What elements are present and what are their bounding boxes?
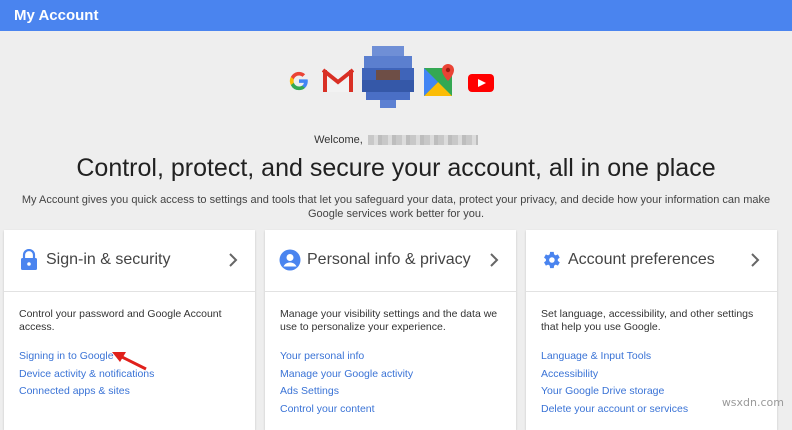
card-header[interactable]: Sign-in & security: [4, 230, 255, 292]
watermark-text: wsxdn.com: [721, 396, 784, 409]
gmail-icon: [322, 68, 354, 92]
card-description: Set language, accessibility, and other s…: [541, 308, 754, 333]
link-ads-settings[interactable]: Ads Settings: [280, 383, 413, 401]
link-personal-info[interactable]: Your personal info: [280, 348, 413, 366]
page-headline: Control, protect, and secure your accoun…: [76, 154, 716, 182]
link-connected-apps[interactable]: Connected apps & sites: [19, 383, 154, 401]
link-drive-storage[interactable]: Your Google Drive storage: [541, 383, 688, 401]
card-sign-in-security: Sign-in & security Control your password…: [4, 230, 255, 430]
link-delete-account[interactable]: Delete your account or services: [541, 401, 688, 419]
card-title: Account preferences: [568, 251, 715, 268]
link-google-activity[interactable]: Manage your Google activity: [280, 366, 413, 384]
welcome-label: Welcome,: [314, 134, 363, 146]
gear-icon: [544, 251, 560, 269]
google-g-icon: [289, 71, 308, 91]
card-header[interactable]: Account preferences: [526, 230, 777, 292]
welcome-line: Welcome,: [0, 134, 792, 146]
link-language-input[interactable]: Language & Input Tools: [541, 348, 688, 366]
avatar: [362, 46, 414, 108]
person-icon: [279, 249, 301, 271]
blurred-user-name: [367, 135, 478, 146]
chevron-right-icon[interactable]: [227, 252, 239, 268]
card-links: Your personal info Manage your Google ac…: [280, 348, 413, 418]
card-description: Control your password and Google Account…: [19, 308, 222, 333]
youtube-icon: [468, 74, 494, 92]
card-title: Personal info & privacy: [307, 251, 471, 268]
card-header[interactable]: Personal info & privacy: [265, 230, 516, 292]
chevron-right-icon[interactable]: [749, 252, 761, 268]
link-accessibility[interactable]: Accessibility: [541, 366, 688, 384]
google-maps-icon: [424, 64, 454, 96]
card-personal-info-privacy: Personal info & privacy Manage your visi…: [265, 230, 516, 430]
card-description: Manage your visibility settings and the …: [280, 308, 498, 333]
app-title[interactable]: My Account: [14, 7, 98, 24]
top-bar: My Account: [0, 0, 792, 31]
red-arrow-annotation: [112, 352, 147, 371]
intro-text: My Account gives you quick access to set…: [21, 194, 771, 220]
lock-icon: [21, 249, 37, 270]
link-control-content[interactable]: Control your content: [280, 401, 413, 419]
product-icons: [0, 46, 792, 112]
card-links: Language & Input Tools Accessibility You…: [541, 348, 688, 418]
chevron-right-icon[interactable]: [488, 252, 500, 268]
card-title: Sign-in & security: [46, 251, 171, 268]
